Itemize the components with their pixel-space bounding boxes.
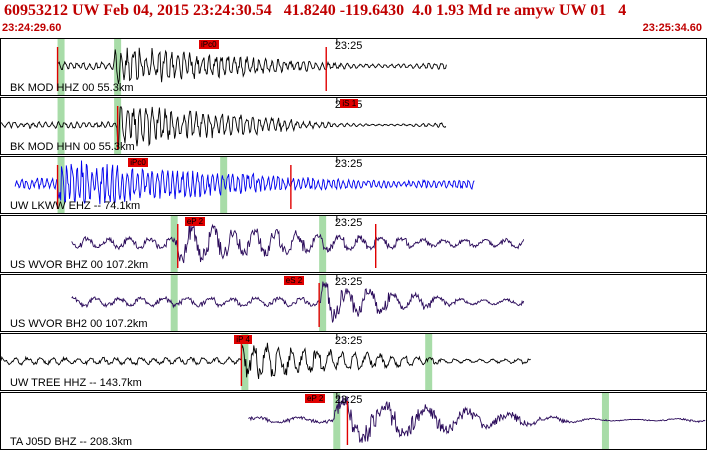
trace-panel[interactable]: 23:25 iPc0 UW LKWW EHZ -- 74.1km	[0, 156, 707, 214]
minute-label: 23:25	[334, 158, 363, 170]
trace-panel[interactable]: 23:25 eS 2 US WVOR BH2 00 107.2km	[0, 274, 707, 332]
minute-label: 23:25	[334, 40, 363, 52]
header-bar: 60953212 UW Feb 04, 2015 23:24:30.54 41.…	[0, 0, 708, 38]
channel-label: BK MOD HHZ 00 55.3km	[10, 82, 134, 94]
phase-pick-flag[interactable]: eP 2	[305, 394, 326, 403]
phase-window	[425, 334, 433, 390]
phase-pick-flag[interactable]: iPc0	[198, 40, 219, 49]
trace-panel[interactable]: 23:25 eP 2 TA J05D BHZ -- 208.3km	[0, 392, 707, 450]
minute-label: 23:25	[334, 217, 363, 229]
minute-label: 23:25	[334, 394, 363, 406]
channel-label: UW TREE HHZ -- 143.7km	[10, 377, 142, 389]
channel-label: US WVOR BHZ 00 107.2km	[10, 259, 149, 271]
phase-pick-flag[interactable]: iP 4	[234, 335, 252, 344]
trace-panel[interactable]: 23:25 iPc0 BK MOD HHZ 00 55.3km	[0, 38, 707, 96]
minute-label: 23:25	[334, 276, 363, 288]
phase-pick-flag[interactable]: eP 2	[184, 217, 206, 226]
channel-label: US WVOR BH2 00 107.2km	[10, 318, 148, 330]
channel-label: BK MOD HHN 00 55.3km	[10, 141, 135, 153]
channel-label: TA J05D BHZ -- 208.3km	[10, 436, 133, 448]
trace-panel[interactable]: 23:25iS 1BK MOD HHN 00 55.3km	[0, 97, 707, 155]
phase-pick-flag[interactable]: iS 1	[340, 99, 359, 108]
trace-stack: 23:25 iPc0 BK MOD HHZ 00 55.3km 23:25 iS 1 BK…	[0, 38, 708, 458]
trace-panel[interactable]: 23:25 eP 2 US WVOR BHZ 00 107.2km	[0, 215, 707, 273]
channel-label: UW LKWW EHZ -- 74.1km	[10, 200, 141, 212]
end-time: 23:25:34.60	[642, 22, 702, 34]
event-title: 60953212 UW Feb 04, 2015 23:24:30.54 41.…	[4, 2, 627, 19]
phase-pick-flag[interactable]: eS 2	[283, 276, 305, 285]
phase-window	[601, 393, 609, 449]
phase-pick-flag[interactable]: iPc0	[128, 158, 148, 167]
start-time: 23:24:29.60	[2, 22, 62, 34]
minute-label: 23:25	[334, 335, 363, 347]
waveform-trace	[14, 160, 475, 205]
trace-panel[interactable]: 23:25 iP 4 UW TREE HHZ -- 143.7km	[0, 333, 707, 391]
waveform-trace	[71, 281, 525, 323]
waveform-trace	[71, 222, 525, 264]
waveform-trace	[1, 342, 531, 380]
